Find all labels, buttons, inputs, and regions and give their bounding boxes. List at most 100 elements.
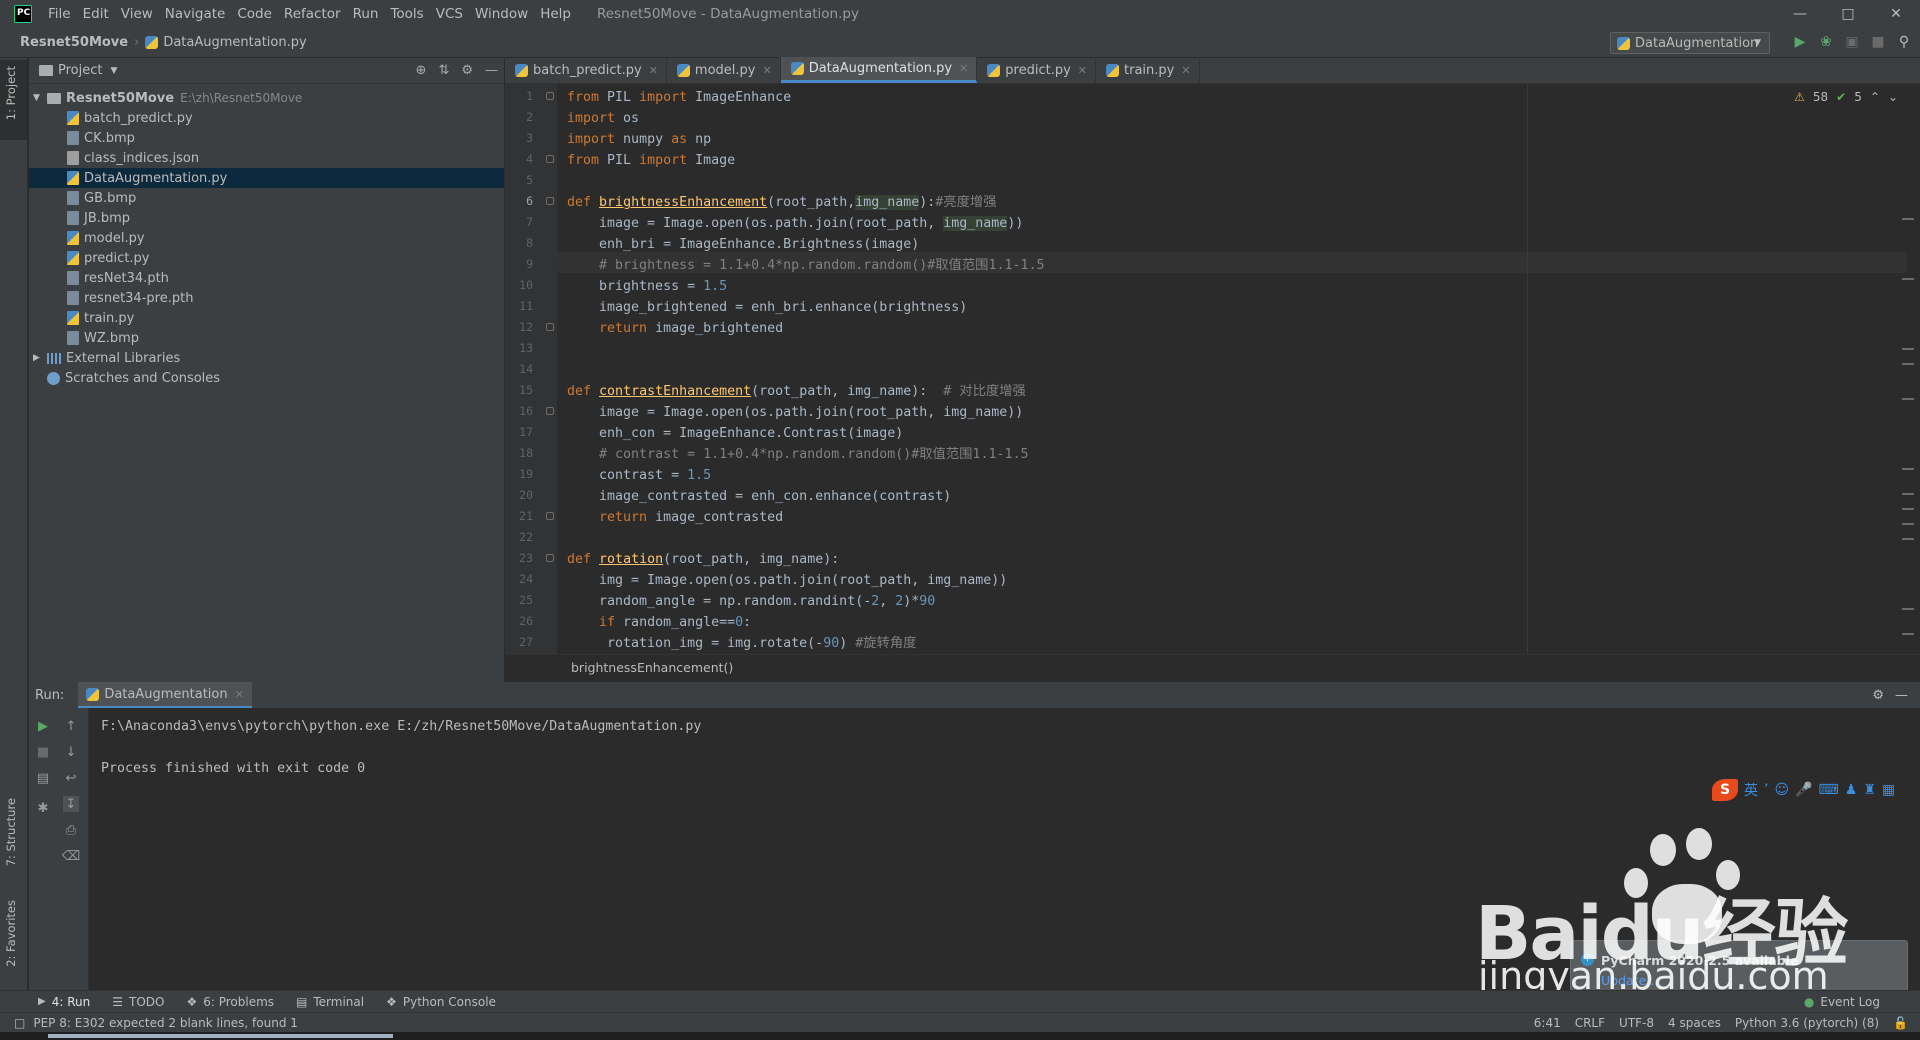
code-breadcrumb[interactable]: brightnessEnhancement() (505, 654, 1920, 682)
chevron-up-icon[interactable]: ⌃ (1870, 90, 1880, 104)
menu-refactor[interactable]: Refactor (278, 6, 347, 22)
pin-icon[interactable]: ✱ (35, 800, 51, 816)
code-content[interactable]: from PIL import ImageEnhance import os i… (567, 87, 1044, 654)
breadcrumb-project[interactable]: Resnet50Move (20, 35, 128, 50)
project-view-select[interactable]: Project (58, 63, 102, 78)
grid-icon[interactable]: ▦ (1882, 782, 1895, 798)
tab-data-augmentation[interactable]: DataAugmentation.py ✕ (780, 57, 978, 83)
event-log-button[interactable]: ● Event Log (1804, 995, 1880, 1009)
close-tab-icon[interactable]: ✕ (1078, 64, 1087, 77)
close-tab-icon[interactable]: ✕ (1181, 64, 1190, 77)
window-layout-icon[interactable]: □ (14, 1016, 25, 1030)
gear-icon[interactable]: ⚙ (1872, 688, 1884, 703)
run-tab-data-augmentation[interactable]: DataAugmentation ✕ (78, 682, 252, 708)
fold-marker-icon[interactable] (546, 512, 554, 520)
menu-window[interactable]: Window (469, 6, 534, 22)
rerun-icon[interactable]: ▶ (35, 718, 51, 734)
tree-file[interactable]: CK.bmp (29, 128, 504, 148)
console-output[interactable]: F:\Anaconda3\envs\pytorch\python.exe E:/… (101, 716, 701, 779)
scroll-to-end-icon[interactable]: ↧ (63, 796, 79, 812)
fold-marker-icon[interactable] (546, 554, 554, 562)
menu-help[interactable]: Help (534, 6, 577, 22)
arrow-down-icon[interactable]: ↓ (63, 744, 79, 760)
chevron-down-icon[interactable]: ▼ (33, 93, 47, 103)
menu-edit[interactable]: Edit (77, 6, 115, 22)
fold-marker-icon[interactable] (546, 407, 554, 415)
fold-marker-icon[interactable] (546, 323, 554, 331)
file-encoding[interactable]: UTF-8 (1619, 1016, 1654, 1030)
search-icon[interactable]: ⚲ (1896, 32, 1912, 52)
bottom-tab-run[interactable]: ▶ 4: Run (38, 995, 90, 1009)
tree-file[interactable]: JB.bmp (29, 208, 504, 228)
menu-code[interactable]: Code (231, 6, 278, 22)
bottom-tab-python-console[interactable]: ❖ Python Console (386, 995, 496, 1009)
coverage-icon[interactable]: ▣ (1844, 32, 1860, 52)
close-tab-icon[interactable]: ✕ (235, 688, 244, 701)
soft-wrap-icon[interactable]: ↩ (63, 770, 79, 786)
minimize-button[interactable]: — (1776, 0, 1824, 28)
tree-scratches[interactable]: Scratches and Consoles (29, 368, 504, 388)
fold-marker-icon[interactable] (546, 92, 554, 100)
microphone-icon[interactable]: 🎤 (1795, 782, 1812, 798)
error-stripe[interactable] (1902, 98, 1914, 658)
tree-file[interactable]: GB.bmp (29, 188, 504, 208)
tree-file[interactable]: WZ.bmp (29, 328, 504, 348)
line-separator[interactable]: CRLF (1575, 1016, 1605, 1030)
menu-navigate[interactable]: Navigate (159, 6, 232, 22)
arrow-up-icon[interactable]: ↑ (63, 718, 79, 734)
emoji-icon[interactable]: ☺ (1774, 782, 1789, 798)
project-tool-tab[interactable]: 1: Project (4, 66, 18, 120)
menu-file[interactable]: File (42, 6, 77, 22)
ime-language[interactable]: 英 (1744, 780, 1758, 800)
hide-icon[interactable]: — (1895, 688, 1908, 703)
bottom-tab-terminal[interactable]: ▤ Terminal (296, 995, 364, 1009)
tree-file[interactable]: train.py (29, 308, 504, 328)
tab-batch-predict[interactable]: batch_predict.py ✕ (505, 57, 667, 83)
trash-icon[interactable]: ⌫ (62, 848, 80, 864)
tree-file[interactable]: batch_predict.py (29, 108, 504, 128)
user-icon[interactable]: ♟ (1845, 782, 1858, 798)
menu-vcs[interactable]: VCS (430, 6, 469, 22)
maximize-button[interactable]: □ (1824, 0, 1872, 28)
favorites-tool-tab[interactable]: 2: Favorites (4, 900, 18, 967)
tree-file[interactable]: resNet34.pth (29, 268, 504, 288)
fold-marker-icon[interactable] (546, 197, 554, 205)
tree-file[interactable]: class_indices.json (29, 148, 504, 168)
chevron-right-icon[interactable]: ▶ (33, 353, 47, 363)
fold-marker-icon[interactable] (546, 155, 554, 163)
debug-icon[interactable]: ❀ (1818, 32, 1834, 52)
close-tab-icon[interactable]: ✕ (762, 64, 771, 77)
tree-root[interactable]: ▼ Resnet50Move E:\zh\Resnet50Move (29, 88, 504, 108)
close-tab-icon[interactable]: ✕ (959, 62, 968, 75)
close-tab-icon[interactable]: ✕ (649, 64, 658, 77)
menu-tools[interactable]: Tools (384, 6, 429, 22)
chevron-down-icon[interactable]: ⌄ (1888, 90, 1898, 104)
tree-file[interactable]: resnet34-pre.pth (29, 288, 504, 308)
tab-train[interactable]: train.py ✕ (1096, 57, 1200, 83)
lock-icon[interactable]: 🔓 (1893, 1016, 1908, 1030)
sogou-logo-icon[interactable]: S (1712, 779, 1738, 801)
hide-icon[interactable]: — (485, 63, 498, 78)
indent-setting[interactable]: 4 spaces (1668, 1016, 1721, 1030)
close-button[interactable]: ✕ (1872, 0, 1920, 28)
tab-model[interactable]: model.py ✕ (667, 57, 781, 83)
structure-tool-tab[interactable]: 7: Structure (4, 798, 18, 866)
collapse-all-icon[interactable]: ⇅ (438, 63, 449, 78)
punctuation-icon[interactable]: ’ (1764, 782, 1768, 798)
stop-icon[interactable]: ■ (1870, 32, 1886, 52)
run-icon[interactable]: ▶ (1792, 32, 1808, 52)
gear-icon[interactable]: ⚙ (461, 63, 473, 78)
menu-view[interactable]: View (115, 6, 159, 22)
tab-predict[interactable]: predict.py ✕ (977, 57, 1097, 83)
tree-file[interactable]: predict.py (29, 248, 504, 268)
breadcrumb-file[interactable]: DataAugmentation.py (163, 35, 306, 50)
run-configuration-select[interactable]: DataAugmentation ▼ (1610, 32, 1770, 54)
bottom-tab-todo[interactable]: ☰ TODO (112, 995, 164, 1009)
locate-icon[interactable]: ⊕ (416, 63, 427, 78)
layout-icon[interactable]: ▤ (35, 770, 51, 786)
bottom-tab-problems[interactable]: ❖ 6: Problems (186, 995, 274, 1009)
python-interpreter[interactable]: Python 3.6 (pytorch) (8) (1735, 1016, 1879, 1030)
tree-file-selected[interactable]: DataAugmentation.py (29, 168, 504, 188)
tree-file[interactable]: model.py (29, 228, 504, 248)
inspection-widget[interactable]: ⚠ 58 ✔ 5 ⌃ ⌄ (1794, 90, 1898, 104)
